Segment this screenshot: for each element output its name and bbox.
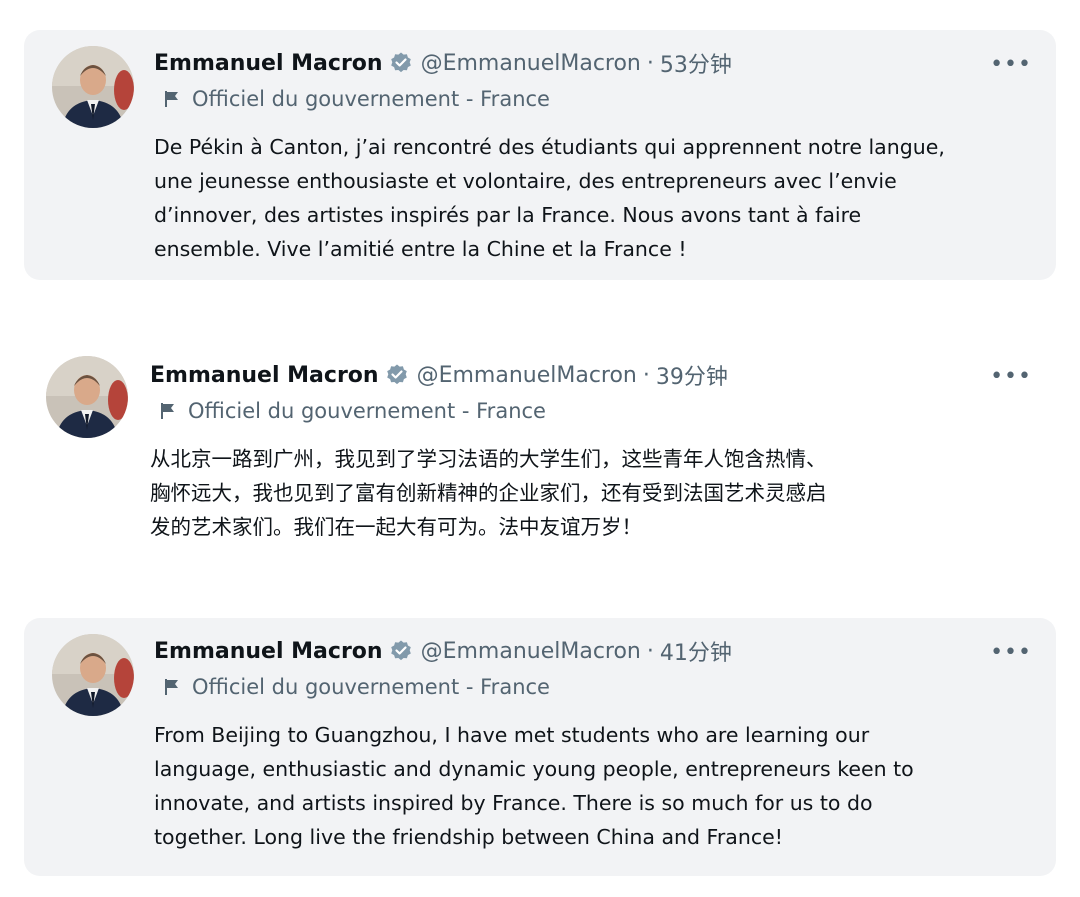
verified-badge-icon [390, 52, 411, 73]
tweet-text-line: De Pékin à Canton, j’ai rencontré des ét… [154, 135, 945, 159]
verified-badge-icon [386, 364, 407, 385]
tweet-text-line: 从北京一路到广州，我见到了学习法语的大学生们，这些青年人饱含热情、 [150, 447, 827, 471]
tweet-header: Emmanuel Macron @EmmanuelMacron · 41分钟 [154, 634, 1032, 668]
verified-badge-icon [390, 640, 411, 661]
timestamp[interactable]: 41分钟 [660, 635, 732, 667]
author-handle[interactable]: @EmmanuelMacron [421, 639, 641, 664]
account-label-text: Officiel du gouvernement - France [188, 399, 546, 423]
tweet-header: Emmanuel Macron @EmmanuelMacron · 39分钟 [150, 358, 1032, 392]
timestamp[interactable]: 53分钟 [660, 47, 732, 79]
tweet-text: 从北京一路到广州，我见到了学习法语的大学生们，这些青年人饱含热情、 胸怀远大，我… [150, 442, 1030, 544]
account-label-text: Officiel du gouvernement - France [192, 87, 550, 111]
tweet-text-line: language, enthusiastic and dynamic young… [154, 757, 914, 781]
more-options-icon[interactable]: ••• [990, 52, 1032, 77]
tweet-text-line: une jeunesse enthousiaste et volontaire,… [154, 169, 897, 193]
tweet-text-line: innovate, and artists inspired by France… [154, 791, 873, 815]
account-label-text: Officiel du gouvernement - France [192, 675, 550, 699]
account-label: Officiel du gouvernement - France [158, 392, 1032, 430]
avatar[interactable] [52, 46, 134, 128]
flag-icon [161, 403, 174, 419]
more-options-icon[interactable]: ••• [990, 640, 1032, 665]
account-label: Officiel du gouvernement - France [162, 668, 1032, 706]
author-handle[interactable]: @EmmanuelMacron [421, 51, 641, 76]
tweet-text-line: together. Long live the friendship betwe… [154, 825, 783, 849]
account-label: Officiel du gouvernement - France [162, 80, 1032, 118]
separator-dot: · [646, 50, 654, 76]
author-name[interactable]: Emmanuel Macron [154, 51, 383, 76]
tweet-text: From Beijing to Guangzhou, I have met st… [154, 718, 1032, 854]
author-name[interactable]: Emmanuel Macron [150, 363, 379, 388]
timestamp[interactable]: 39分钟 [656, 359, 728, 391]
tweet-text: De Pékin à Canton, j’ai rencontré des ét… [154, 130, 1032, 266]
avatar[interactable] [52, 634, 134, 716]
more-options-icon[interactable]: ••• [990, 364, 1032, 389]
separator-dot: · [642, 362, 650, 388]
flag-icon [165, 679, 178, 695]
tweet-card[interactable]: Emmanuel Macron @EmmanuelMacron · 53分钟 •… [24, 30, 1056, 280]
avatar[interactable] [46, 356, 128, 438]
separator-dot: · [646, 638, 654, 664]
tweet-card[interactable]: Emmanuel Macron @EmmanuelMacron · 39分钟 •… [24, 346, 1056, 546]
tweet-text-line: d’innover, des artistes inspirés par la … [154, 203, 862, 227]
tweet-text-line: 发的艺术家们。我们在一起大有可为。法中友谊万岁！ [150, 515, 642, 539]
tweet-header: Emmanuel Macron @EmmanuelMacron · 53分钟 [154, 46, 1032, 80]
author-handle[interactable]: @EmmanuelMacron [417, 363, 637, 388]
tweet-text-line: From Beijing to Guangzhou, I have met st… [154, 723, 870, 747]
flag-icon [165, 91, 178, 107]
tweet-text-line: ensemble. Vive l’amitié entre la Chine e… [154, 237, 687, 261]
tweet-card[interactable]: Emmanuel Macron @EmmanuelMacron · 41分钟 •… [24, 618, 1056, 876]
tweet-text-line: 胸怀远大，我也见到了富有创新精神的企业家们，还有受到法国艺术灵感启 [150, 481, 827, 505]
author-name[interactable]: Emmanuel Macron [154, 639, 383, 664]
